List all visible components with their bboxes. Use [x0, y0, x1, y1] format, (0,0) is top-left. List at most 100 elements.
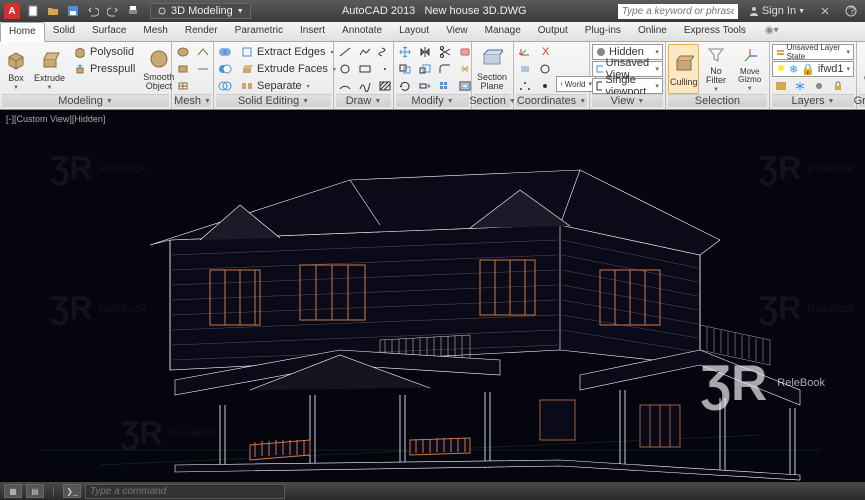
layer-off-icon[interactable]	[810, 78, 828, 94]
extrude-faces-button[interactable]: Extrude Faces▾	[236, 61, 340, 77]
rectangle-icon[interactable]	[356, 61, 374, 77]
layer-dropdown[interactable]: ❄🔒ifwd1▾	[772, 61, 854, 77]
lightbulb-icon	[776, 64, 786, 74]
new-icon[interactable]	[24, 2, 42, 20]
layer-props-icon[interactable]	[772, 78, 790, 94]
culling-label: Culling	[670, 78, 698, 87]
nofilter-label: No Filter	[703, 67, 728, 85]
ucs-icon[interactable]	[516, 44, 534, 60]
model-tab-icon[interactable]: ▦	[4, 484, 22, 498]
tab-render[interactable]: Render	[177, 22, 227, 41]
circle-icon[interactable]	[336, 61, 354, 77]
tab-focus-icon[interactable]: ◉▾	[757, 22, 788, 41]
tab-layout[interactable]: Layout	[391, 22, 438, 41]
viewport-icon	[596, 81, 602, 91]
tab-solid[interactable]: Solid	[45, 22, 84, 41]
box-icon	[4, 48, 28, 72]
tab-surface[interactable]: Surface	[84, 22, 135, 41]
save-icon[interactable]	[64, 2, 82, 20]
scale-icon[interactable]	[416, 61, 434, 77]
point-icon[interactable]	[376, 61, 394, 77]
spline-icon[interactable]	[356, 78, 374, 94]
box-label: Box	[8, 74, 24, 83]
ucs-origin-icon[interactable]	[536, 78, 554, 94]
fillet-icon[interactable]	[436, 61, 454, 77]
open-icon[interactable]	[44, 2, 62, 20]
section-plane-button[interactable]: Section Plane	[474, 44, 510, 94]
extract-edges-button[interactable]: Extract Edges▾	[236, 44, 340, 60]
copy-icon[interactable]	[396, 61, 414, 77]
tab-online[interactable]: Online	[630, 22, 676, 41]
nofilter-button[interactable]: No Filter ▼	[701, 44, 730, 94]
layout-tab-icon[interactable]: ▤	[26, 484, 44, 498]
section-plane-label: Section Plane	[477, 73, 507, 91]
arc-icon[interactable]	[336, 78, 354, 94]
titlebar: A 3D Modeling ▼ AutoCAD 2013 New house 3…	[0, 0, 865, 22]
tab-insert[interactable]: Insert	[292, 22, 334, 41]
rotate-icon[interactable]	[396, 78, 414, 94]
panel-view: Hidden▾ Unsaved View▾ Single viewport▾ V…	[590, 42, 666, 109]
mesh-refine-icon[interactable]	[174, 78, 192, 94]
smooth-label: Smooth Object	[143, 73, 174, 91]
gizmo-button[interactable]: Move Gizmo ▼	[733, 44, 767, 94]
layer-freeze-icon[interactable]	[791, 78, 809, 94]
view-icon	[596, 64, 603, 74]
tab-view[interactable]: View	[438, 22, 477, 41]
svg-text:?: ?	[849, 5, 855, 17]
union-icon[interactable]	[216, 44, 234, 60]
trim-icon[interactable]	[436, 44, 454, 60]
statusbar: ▦ ▤ | ❯_	[0, 482, 865, 500]
panel-modify: Modify▼	[394, 42, 472, 109]
tab-expresstools[interactable]: Express Tools	[676, 22, 755, 41]
exchange-icon[interactable]	[815, 5, 835, 17]
separate-button[interactable]: Separate▾	[236, 78, 340, 94]
tab-annotate[interactable]: Annotate	[334, 22, 391, 41]
redo-icon[interactable]	[104, 2, 122, 20]
hatch-icon[interactable]	[376, 78, 394, 94]
mesh-smooth-more-icon[interactable]	[174, 44, 192, 60]
group-button[interactable]: Group ▼	[859, 44, 865, 94]
tab-home[interactable]: Home	[0, 22, 45, 42]
polysolid-button[interactable]: Polysolid	[69, 44, 139, 60]
viewport[interactable]: [-][Custom View][Hidden] ƷRReleBook ƷRRe…	[0, 110, 865, 482]
mesh-remove-crease-icon[interactable]	[194, 61, 212, 77]
tab-manage[interactable]: Manage	[477, 22, 530, 41]
panel-selection-title: Selection	[695, 95, 740, 107]
layer-state-dropdown[interactable]: Unsaved Layer State▾	[772, 44, 854, 60]
presspull-button[interactable]: Presspull	[69, 61, 139, 77]
world-icon	[560, 79, 562, 89]
intersect-icon[interactable]	[216, 78, 234, 94]
help-search-input[interactable]	[618, 4, 738, 19]
undo-icon[interactable]	[84, 2, 102, 20]
mirror-icon[interactable]	[416, 44, 434, 60]
box-button[interactable]: Box ▼	[2, 44, 30, 94]
print-icon[interactable]	[124, 2, 142, 20]
move-icon[interactable]	[396, 44, 414, 60]
tab-mesh[interactable]: Mesh	[135, 22, 176, 41]
stretch-icon[interactable]	[416, 78, 434, 94]
tab-parametric[interactable]: Parametric	[227, 22, 292, 41]
helix-icon[interactable]	[376, 44, 394, 60]
line-icon[interactable]	[336, 44, 354, 60]
workspace-dropdown[interactable]: 3D Modeling ▼	[150, 3, 251, 19]
viewport-config-dropdown[interactable]: Single viewport▾	[592, 78, 663, 94]
command-prompt-icon[interactable]: ❯_	[63, 484, 81, 498]
layer-lock-icon[interactable]	[829, 78, 847, 94]
mesh-smooth-less-icon[interactable]	[174, 61, 192, 77]
tab-plugins[interactable]: Plug-ins	[577, 22, 630, 41]
ucs-face-icon[interactable]	[516, 61, 534, 77]
subtract-icon[interactable]	[216, 61, 234, 77]
signin-button[interactable]: Sign In ▼	[744, 5, 809, 17]
culling-button[interactable]: Culling	[668, 44, 700, 94]
mesh-add-crease-icon[interactable]	[194, 44, 212, 60]
polyline-icon[interactable]	[356, 44, 374, 60]
array-icon[interactable]	[436, 78, 454, 94]
ucs-x-icon[interactable]: X	[536, 44, 554, 60]
tab-output[interactable]: Output	[530, 22, 577, 41]
help-icon[interactable]: ?	[841, 5, 861, 17]
ucs-3point-icon[interactable]	[516, 78, 534, 94]
app-logo-icon[interactable]: A	[4, 3, 20, 19]
extrude-button[interactable]: Extrude ▼	[32, 44, 67, 94]
ucs-view-icon[interactable]	[536, 61, 554, 77]
command-input[interactable]	[85, 484, 285, 499]
